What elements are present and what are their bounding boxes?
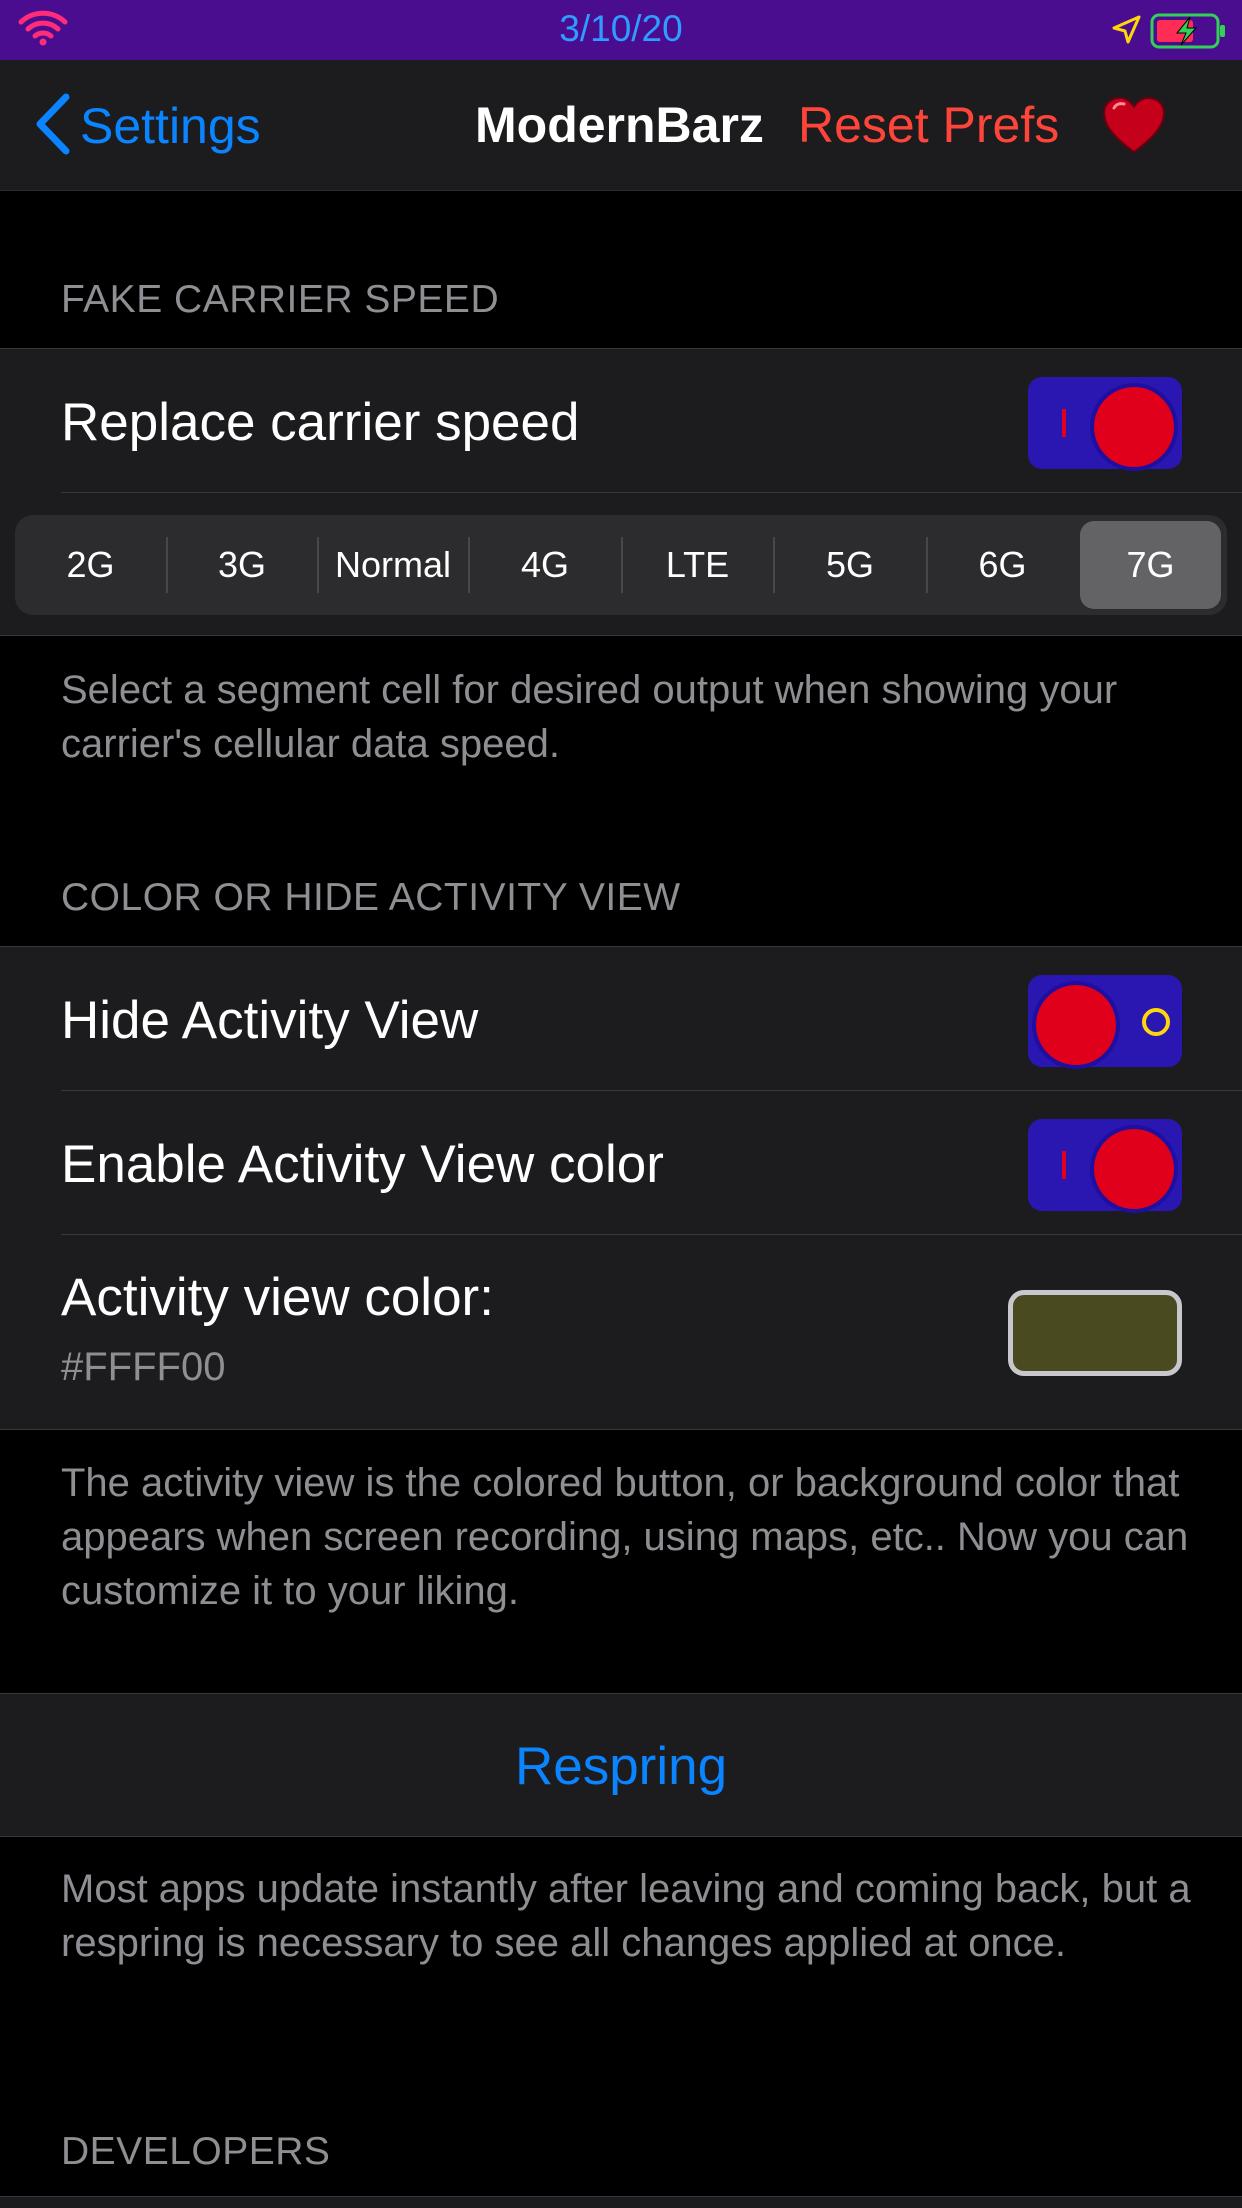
replace-carrier-speed-label: Replace carrier speed xyxy=(61,393,580,452)
status-date: 3/10/20 xyxy=(559,8,683,49)
segment-normal[interactable]: Normal xyxy=(318,521,468,609)
hide-activity-view-label: Hide Activity View xyxy=(61,991,479,1050)
segment-7g[interactable]: 7G xyxy=(1080,521,1221,609)
section-header-activity: COLOR OR HIDE ACTIVITY VIEW xyxy=(61,876,681,919)
carrier-speed-footer: Select a segment cell for desired output… xyxy=(61,668,1118,766)
respring-label: Respring xyxy=(514,1737,728,1796)
activity-view-footer: The activity view is the colored button,… xyxy=(61,1461,1189,1613)
segment-lte[interactable]: LTE xyxy=(622,521,773,609)
toggle-on-mark xyxy=(1062,1151,1066,1179)
enable-activity-color-toggle[interactable] xyxy=(1028,1119,1182,1211)
reset-prefs-button[interactable]: Reset Prefs xyxy=(798,96,1059,154)
toggle-knob xyxy=(1094,1129,1174,1209)
activity-view-color-value: #FFFF00 xyxy=(61,1345,226,1389)
toggle-off-mark xyxy=(1142,1008,1170,1036)
segment-6g[interactable]: 6G xyxy=(927,521,1078,609)
chevron-left-icon xyxy=(34,93,72,160)
back-label: Settings xyxy=(80,98,261,154)
segment-4g[interactable]: 4G xyxy=(469,521,621,609)
toggle-knob xyxy=(1094,387,1174,467)
location-arrow-icon xyxy=(1110,14,1142,51)
segment-3g[interactable]: 3G xyxy=(167,521,317,609)
page-title: ModernBarz xyxy=(475,97,764,153)
enable-activity-color-label: Enable Activity View color xyxy=(61,1135,664,1194)
respring-button[interactable]: Respring xyxy=(0,1693,1242,1837)
section-header-developers: DEVELOPERS xyxy=(61,2130,331,2173)
section-header-carrier: FAKE CARRIER SPEED xyxy=(61,278,500,321)
toggle-knob xyxy=(1036,985,1116,1065)
segment-2g[interactable]: 2G xyxy=(15,521,166,609)
divider xyxy=(61,1234,1242,1235)
hide-activity-view-toggle[interactable] xyxy=(1028,975,1182,1067)
status-bar: 3/10/20 xyxy=(0,0,1242,60)
developers-group xyxy=(0,2196,1242,2208)
divider xyxy=(61,492,1242,493)
navigation-bar: Settings ModernBarz Reset Prefs xyxy=(0,60,1242,191)
respring-footer: Most apps update instantly after leaving… xyxy=(61,1867,1191,1965)
battery-charging-icon xyxy=(1150,12,1230,55)
activity-view-color-label: Activity view color: xyxy=(61,1268,494,1327)
back-button[interactable]: Settings xyxy=(34,93,261,160)
segment-5g[interactable]: 5G xyxy=(774,521,926,609)
toggle-on-mark xyxy=(1062,409,1066,437)
divider xyxy=(61,1090,1242,1091)
activity-view-color-well[interactable] xyxy=(1008,1290,1182,1376)
heart-icon[interactable] xyxy=(1102,96,1166,161)
replace-carrier-speed-toggle[interactable] xyxy=(1028,377,1182,469)
carrier-speed-segmented-control[interactable]: 2G 3G Normal 4G LTE 5G 6G 7G xyxy=(15,515,1227,615)
